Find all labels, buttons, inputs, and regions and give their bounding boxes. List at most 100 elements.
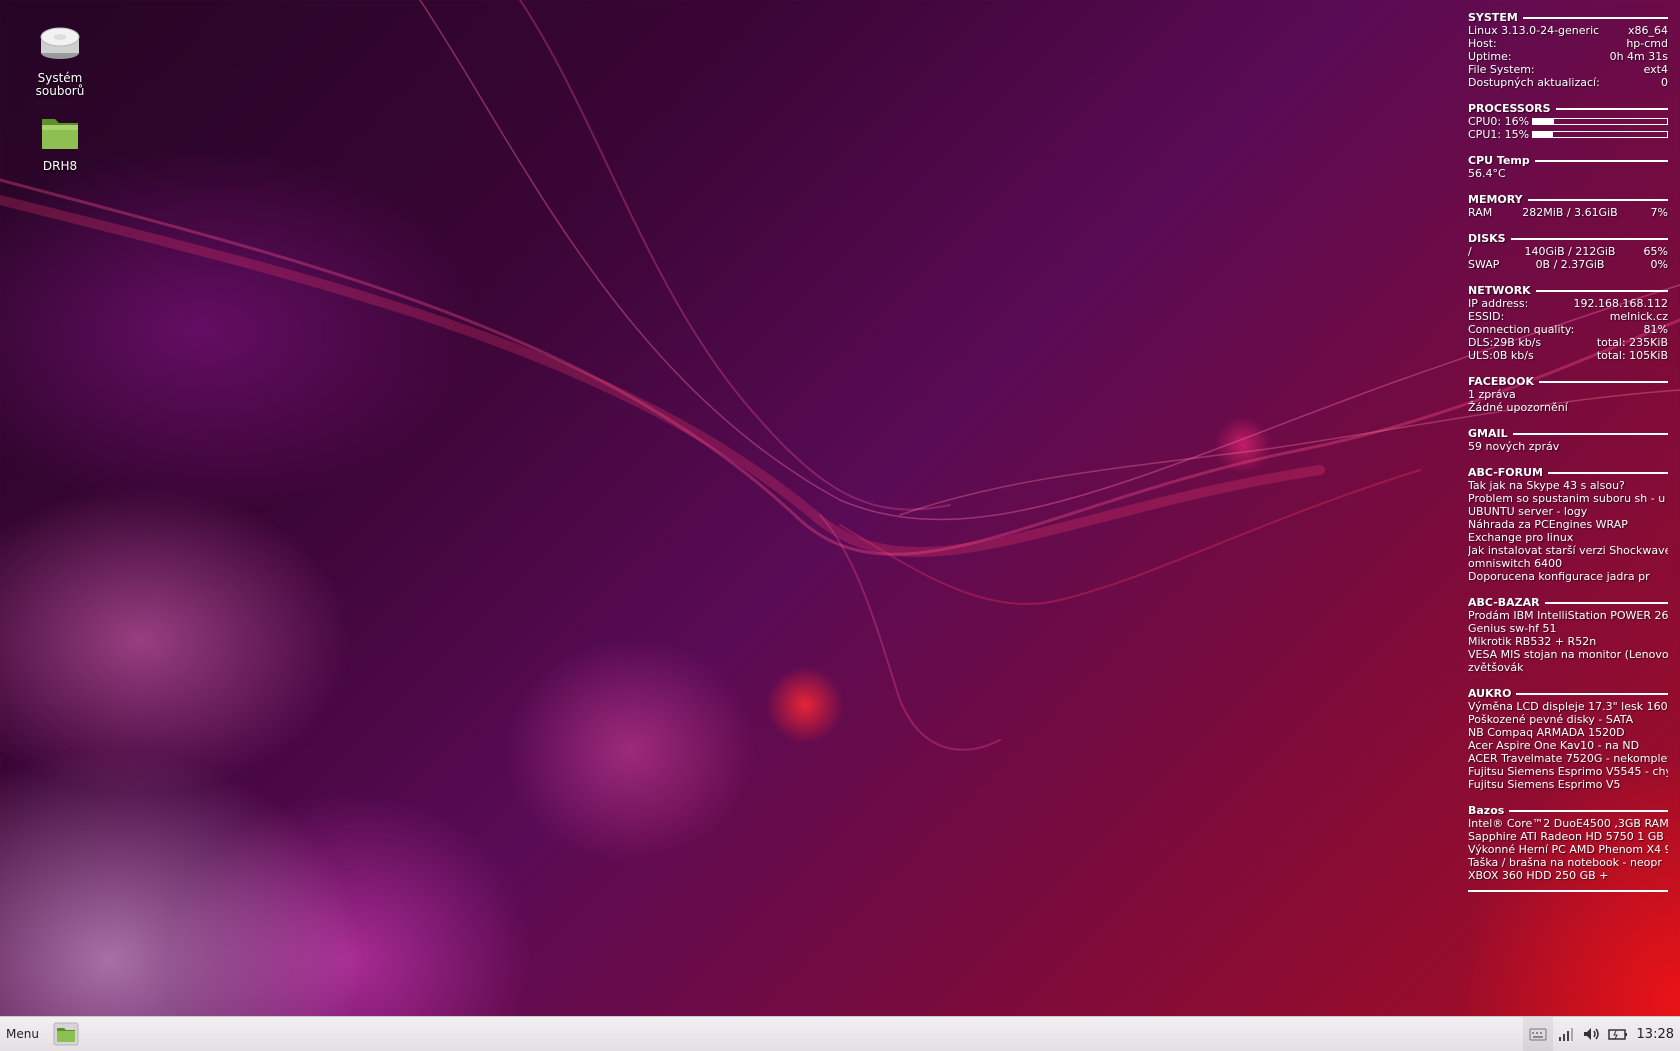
list-item: Žádné upozornění: [1468, 401, 1568, 414]
disk-percent: 0%: [1650, 258, 1668, 271]
section-title: ABC-BAZAR: [1468, 596, 1540, 609]
quality-value: 81%: [1643, 323, 1668, 336]
divider: [1468, 890, 1668, 892]
uptime-value: 0h 4m 31s: [1609, 50, 1668, 63]
list-item: Sapphire ATI Radeon HD 5750 1 GB -: [1468, 830, 1668, 843]
list-item: UBUNTU server - logy: [1468, 505, 1588, 518]
section-title: MEMORY: [1468, 193, 1523, 206]
updates-value: 0: [1661, 76, 1668, 89]
menu-button[interactable]: Menu: [0, 1027, 45, 1041]
ip-label: IP address:: [1468, 297, 1529, 310]
section-title: AUKRO: [1468, 687, 1512, 700]
memory-section: MEMORY RAM 282MiB / 3.61GiB 7%: [1468, 193, 1668, 219]
list-item: Taška / brašna na notebook - neopr: [1468, 856, 1662, 869]
network-signal-icon[interactable]: [1553, 1017, 1579, 1051]
list-item: Prodám IBM IntelliStation POWER 26: [1468, 609, 1668, 622]
list-item: Intel® Core™2 DuoE4500 ,3GB RAM,: [1468, 817, 1668, 830]
disk-name: /: [1468, 245, 1472, 258]
facebook-section: FACEBOOK 1 zpráva Žádné upozornění: [1468, 375, 1668, 414]
list-item: Exchange pro linux: [1468, 531, 1574, 544]
essid-label: ESSID:: [1468, 310, 1505, 323]
cpu-temp-section: CPU Temp 56.4°C: [1468, 154, 1668, 180]
download-speed: DLS:29B kb/s: [1468, 336, 1542, 349]
list-item: omniswitch 6400: [1468, 557, 1563, 570]
processors-section: PROCESSORS CPU0: 16% CPU1: 15%: [1468, 102, 1668, 141]
list-item: NB Compaq ARMADA 1520D: [1468, 726, 1625, 739]
filesystem-label: File System:: [1468, 63, 1535, 76]
list-item: Doporucena konfigurace jadra pr: [1468, 570, 1650, 583]
section-title: PROCESSORS: [1468, 102, 1551, 115]
battery-icon[interactable]: [1605, 1017, 1631, 1051]
filesystem-value: ext4: [1643, 63, 1668, 76]
cpu0-bar: [1532, 118, 1668, 125]
section-title: CPU Temp: [1468, 154, 1530, 167]
section-title: DISKS: [1468, 232, 1506, 245]
upload-total: total: 105KiB: [1596, 349, 1668, 362]
download-total: total: 235KiB: [1596, 336, 1668, 349]
desktop-icon-label: DRH8: [42, 159, 78, 173]
quality-label: Connection quality:: [1468, 323, 1575, 336]
gmail-section: GMAIL 59 nových zpráv: [1468, 427, 1668, 453]
ram-percent: 7%: [1650, 206, 1668, 219]
ip-value: 192.168.168.112: [1573, 297, 1668, 310]
cpu-temp-value: 56.4°C: [1468, 167, 1506, 180]
list-item: Výměna LCD displeje 17.3" lesk 160: [1468, 700, 1668, 713]
host-value: hp-cmd: [1626, 37, 1668, 50]
upload-speed: ULS:0B kb/s: [1468, 349, 1534, 362]
updates-label: Dostupných aktualizací:: [1468, 76, 1600, 89]
disk-percent: 65%: [1643, 245, 1668, 258]
list-item: zvětšovák: [1468, 661, 1524, 674]
disk-used: 140GiB / 212GiB: [1524, 245, 1616, 258]
abc-forum-section: ABC-FORUM Tak jak na Skype 43 s alsou? P…: [1468, 466, 1668, 583]
keyboard-icon[interactable]: [1522, 1017, 1553, 1051]
clock[interactable]: 13:28: [1631, 1027, 1680, 1042]
ram-label: RAM: [1468, 206, 1493, 219]
list-item: XBOX 360 HDD 250 GB +: [1468, 869, 1609, 882]
system-section: SYSTEM Linux 3.13.0-24-generic x86_64 Hos…: [1468, 11, 1668, 89]
taskbar: Menu 13:28: [0, 1016, 1680, 1051]
abc-bazar-section: ABC-BAZAR Prodám IBM IntelliStation POWE…: [1468, 596, 1668, 674]
section-title: GMAIL: [1468, 427, 1508, 440]
essid-value: melnick.cz: [1609, 310, 1668, 323]
section-title: Bazos: [1468, 804, 1505, 817]
kernel-version: Linux 3.13.0-24-generic: [1468, 24, 1600, 37]
cpu1-label: CPU1: 15%: [1468, 128, 1530, 141]
hard-drive-icon: [40, 27, 80, 59]
list-item: Poškozené pevné disky - SATA: [1468, 713, 1634, 726]
desktop-icon-label: Systém souborů: [35, 71, 85, 98]
aukro-section: AUKRO Výměna LCD displeje 17.3" lesk 160…: [1468, 687, 1668, 791]
wallpaper-swirls: [0, 0, 1680, 751]
desktop-icon-filesystem[interactable]: Systém souborů: [15, 25, 105, 98]
volume-icon[interactable]: [1579, 1017, 1605, 1051]
list-item: Acer Aspire One Kav10 - na ND: [1468, 739, 1640, 752]
network-section: NETWORK IP address: 192.168.168.112 ESSID…: [1468, 284, 1668, 362]
section-title: FACEBOOK: [1468, 375, 1534, 388]
architecture: x86_64: [1627, 24, 1668, 37]
list-item: Problem so spustanim suboru sh - u: [1468, 492, 1666, 505]
section-title: NETWORK: [1468, 284, 1531, 297]
list-item: Fujitsu Siemens Esprimo V5: [1468, 778, 1621, 791]
list-item: Výkonné Herní PC AMD Phenom X4 9: [1468, 843, 1668, 856]
cpu1-bar-fill: [1533, 132, 1554, 137]
section-title: SYSTEM: [1468, 11, 1518, 24]
cpu1-bar: [1532, 131, 1668, 138]
folder-icon[interactable]: [53, 1022, 79, 1046]
list-item: Náhrada za PCEngines WRAP: [1468, 518, 1628, 531]
disks-section: DISKS / 140GiB / 212GiB 65% SWAP 0B / 2.37G…: [1468, 232, 1668, 271]
list-item: Genius sw-hf 51: [1468, 622, 1557, 635]
list-item: 1 zpráva: [1468, 388, 1516, 401]
desktop-icon-folder-drh8[interactable]: DRH8: [15, 113, 105, 173]
uptime-label: Uptime:: [1468, 50, 1512, 63]
folder-icon: [42, 119, 78, 149]
list-item: 59 nových zpráv: [1468, 440, 1560, 453]
host-label: Host:: [1468, 37, 1497, 50]
list-item: VESA MIS stojan na monitor (Lenovo: [1468, 648, 1668, 661]
disk-used: 0B / 2.37GiB: [1535, 258, 1605, 271]
cpu0-bar-fill: [1533, 119, 1555, 124]
system-tray: 13:28: [1522, 1017, 1680, 1051]
bazos-section: Bazos Intel® Core™2 DuoE4500 ,3GB RAM, S…: [1468, 804, 1668, 892]
list-item: Tak jak na Skype 43 s alsou?: [1468, 479, 1625, 492]
disk-name: SWAP: [1468, 258, 1500, 271]
list-item: ACER Travelmate 7520G - nekomplet: [1468, 752, 1668, 765]
list-item: Mikrotik RB532 + R52n: [1468, 635, 1597, 648]
